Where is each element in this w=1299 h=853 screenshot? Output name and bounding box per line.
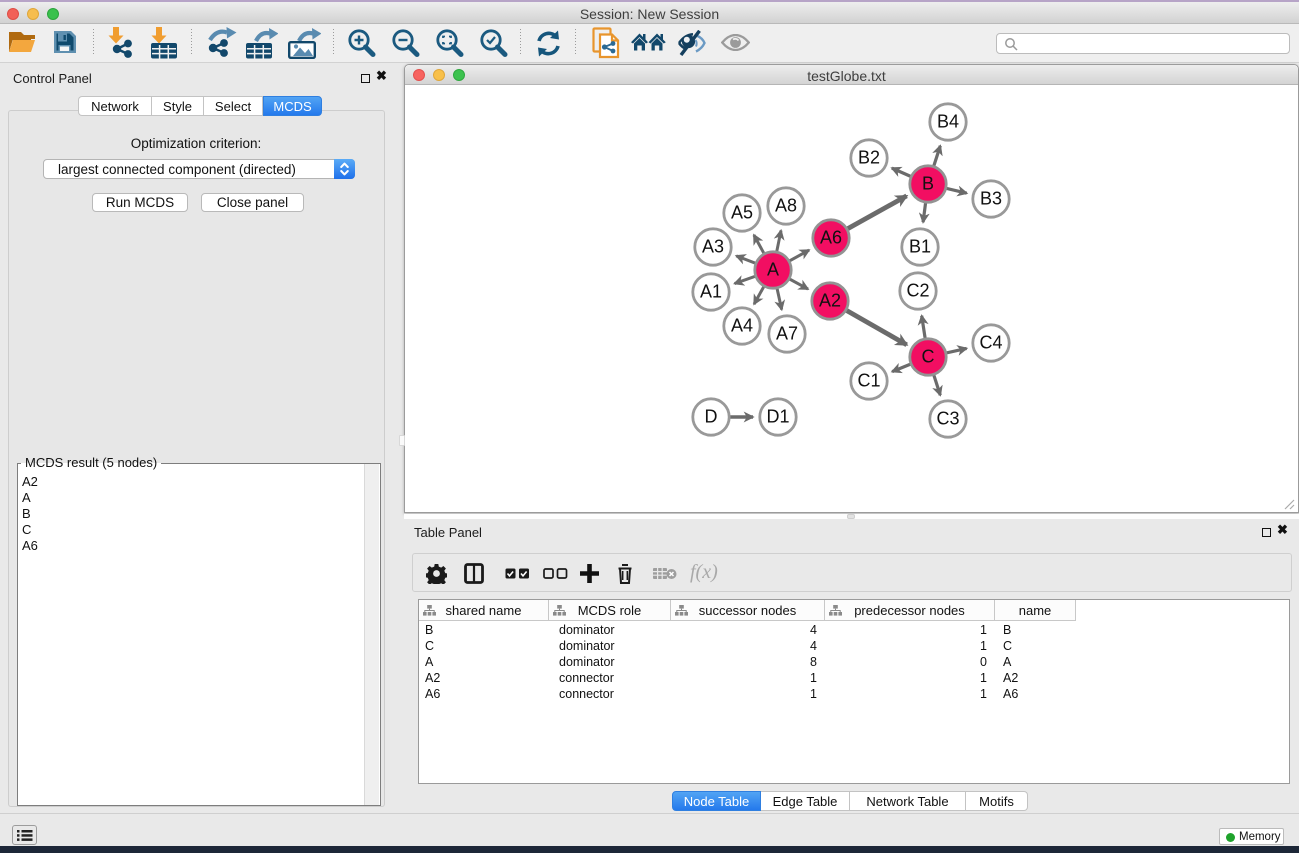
svg-text:B4: B4 — [937, 112, 959, 132]
svg-text:C1: C1 — [857, 371, 880, 391]
svg-text:A6: A6 — [820, 228, 842, 248]
svg-text:B2: B2 — [858, 148, 880, 168]
svg-text:A3: A3 — [702, 237, 724, 257]
svg-text:A7: A7 — [776, 324, 798, 344]
svg-text:B1: B1 — [909, 237, 931, 257]
svg-text:C3: C3 — [936, 409, 959, 429]
svg-text:C2: C2 — [906, 281, 929, 301]
svg-text:C: C — [922, 347, 935, 367]
svg-text:D1: D1 — [766, 407, 789, 427]
svg-text:D: D — [705, 407, 718, 427]
svg-text:A1: A1 — [700, 282, 722, 302]
svg-text:A4: A4 — [731, 316, 753, 336]
svg-text:A: A — [767, 260, 779, 280]
svg-text:A5: A5 — [731, 203, 753, 223]
svg-text:A8: A8 — [775, 196, 797, 216]
svg-text:A2: A2 — [819, 291, 841, 311]
svg-text:B: B — [922, 174, 934, 194]
svg-text:C4: C4 — [979, 333, 1002, 353]
svg-text:B3: B3 — [980, 189, 1002, 209]
